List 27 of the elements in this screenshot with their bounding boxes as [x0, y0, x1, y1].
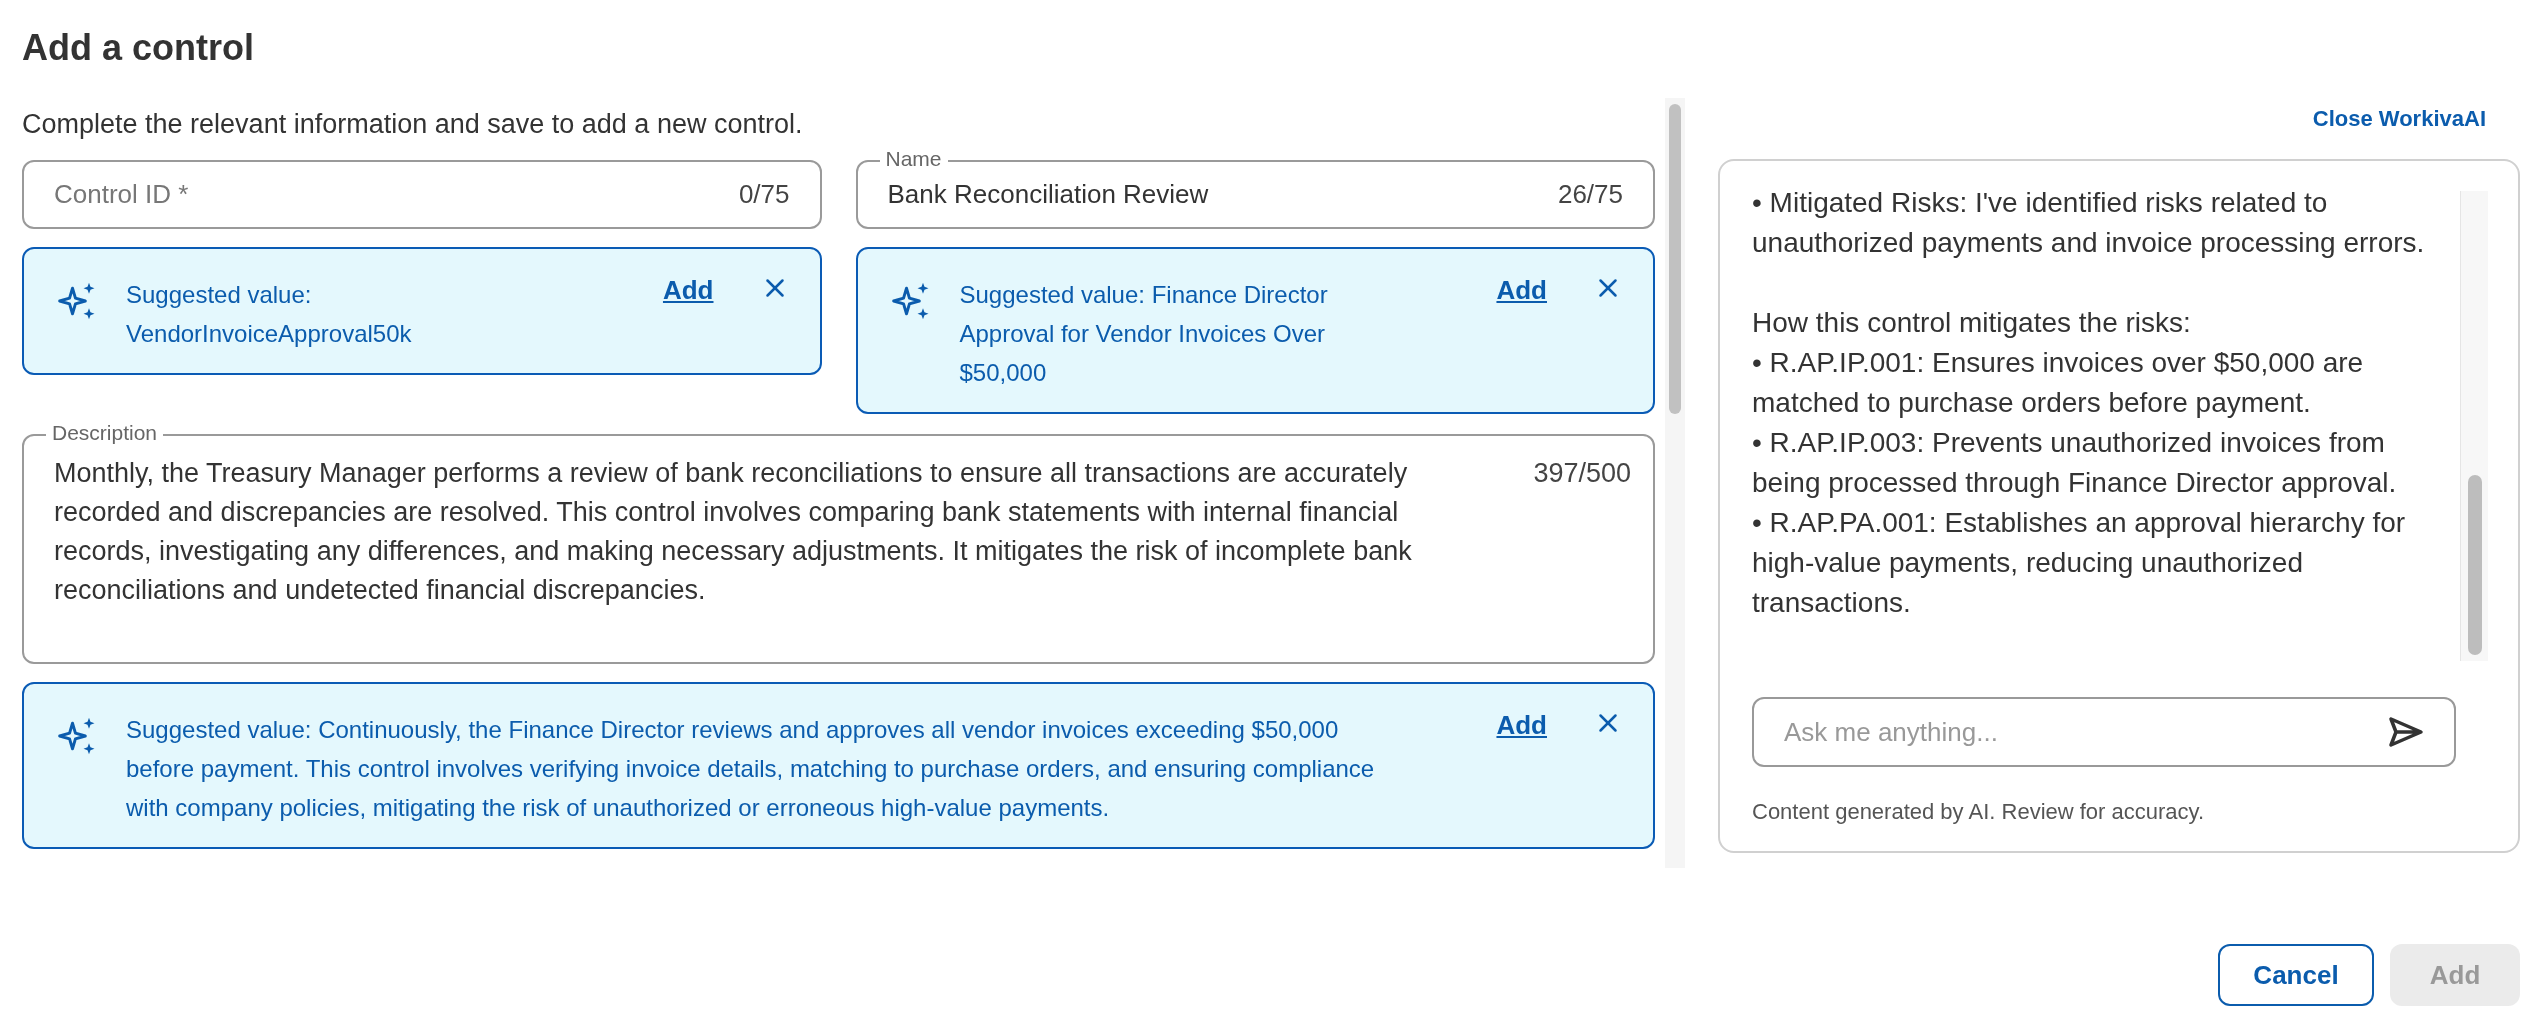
instructions-text: Complete the relevant information and save to add a new control.: [22, 108, 803, 140]
field-value: Monthly, the Treasury Manager performs a review of bank reconciliations to ensure all transactions are accurately recorded and discrepancies are resolved. This control involves comparing bank statements with internal financial records, investigating any differences, and making necessary adjustments. It mitigates the risk of incomplete bank reconciliations and undetected financial discrepancies.: [54, 457, 1413, 607]
add-link[interactable]: Add: [662, 271, 714, 310]
input-placeholder: Ask me anything...: [1784, 715, 1999, 749]
send-icon[interactable]: [2388, 716, 2424, 748]
suggested-value: Suggested value: VendorInvoiceApproval50k: [126, 280, 413, 349]
field-placeholder: Control ID *: [54, 178, 190, 211]
scrollbar[interactable]: [2460, 191, 2488, 661]
ai-disclaimer: Content generated by AI. Review for accuracy.: [1752, 798, 2205, 826]
close-assistant-link[interactable]: Close WorkivaAI: [2312, 102, 2486, 135]
suggested-value: Suggested value: Continuously, the Finance Director reviews and approves all vendor invoices exceeding $50,000 before payment. This control involves verifying invoice details, matching to purchase orders, and ensuring compliance with company policies, mitigating the risk of unauthorized or erroneous high-value payments.: [126, 715, 1376, 823]
scrollbar[interactable]: [1665, 98, 1685, 868]
chat-message-line: • R.AP.IP.001: Ensures invoices over $50,000 are matched to purchase orders before payment.: [1752, 346, 2365, 420]
character-counter: 0/75: [738, 178, 790, 211]
text-field[interactable]: Control ID * 0/75: [22, 160, 822, 229]
add-link[interactable]: Add: [1496, 271, 1547, 310]
field-value: Bank Reconciliation Review: [887, 178, 1210, 211]
cancel-button[interactable]: Cancel: [2218, 944, 2374, 1006]
chat-message-line: • R.AP.PA.001: Establishes an approval hierarchy for high-value payments, reducing unauthorized transactions.: [1752, 506, 2407, 620]
chat-message-line: How this control mitigates the risks:: [1752, 306, 2192, 340]
chat-message-line: • R.AP.IP.003: Prevents unauthorized invoices from being processed through Finance Director approval.: [1752, 426, 2398, 500]
character-counter: 397/500: [1533, 457, 1631, 490]
character-counter: 26/75: [1557, 178, 1623, 211]
suggested-value: Suggested value: Finance Director Approval for Vendor Invoices Over $50,000: [959, 280, 1329, 388]
add-link[interactable]: Add: [1496, 706, 1547, 745]
dialog-title: Add a control: [22, 26, 254, 70]
chat-message-line: • Mitigated Risks: I've identified risks related to unauthorized payments and invoice processing errors.: [1752, 186, 2426, 260]
